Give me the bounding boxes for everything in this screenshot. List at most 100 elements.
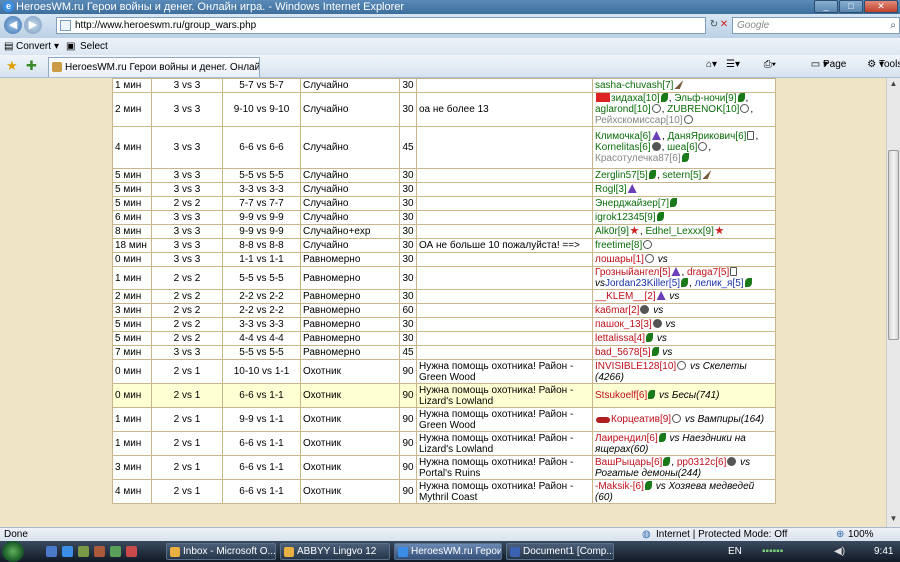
player-link[interactable]: sasha-chuvash[7] [595, 80, 673, 91]
language-indicator[interactable]: EN [728, 541, 742, 562]
feeds-icon[interactable]: ☰▾ [726, 59, 740, 70]
row-players: INVISIBLE128[10] vs Скелеты (4266) [592, 359, 776, 384]
tray-icons[interactable]: ▪▪▪▪▪▪ [762, 541, 783, 562]
home-icon[interactable]: ⌂▾ [706, 59, 717, 70]
player-link[interactable]: Корцеатив[9] [611, 414, 671, 425]
favorites-star-icon[interactable]: ★ [6, 58, 18, 74]
player-link[interactable]: Эльф-ночи[9] [674, 94, 736, 105]
row-players: Rogl[3] [592, 182, 776, 197]
q-icon [672, 414, 682, 423]
player-link[interactable]: ka6mar[2] [595, 305, 639, 316]
leaf-icon [663, 456, 671, 466]
tab-heroeswm[interactable]: HeroesWM.ru Герои войны и денег. Онлайн … [48, 57, 260, 77]
player-link[interactable]: -Maksik-[6] [595, 481, 644, 492]
table-row: 0 мин 2 vs 1 10-10 vs 1-1 Охотник 90 Нужна по… [112, 359, 776, 384]
row-players: lettalissa[4] vs [592, 331, 776, 346]
player-link[interactable]: пашок_13[3] [595, 319, 652, 330]
player-link[interactable]: шеа[6] [667, 142, 697, 153]
player-link[interactable]: freetime[8] [595, 240, 642, 251]
player-link[interactable]: Stsukoelf[6] [595, 390, 647, 401]
player-link[interactable]: setern[5] [662, 170, 701, 181]
task-lingvo[interactable]: ABBYY Lingvo 12 [280, 543, 390, 560]
ie-quicklaunch-icon[interactable] [62, 546, 73, 557]
player-link[interactable]: Edhel_Lexxx[9] [645, 226, 713, 237]
row-type: Охотник [300, 431, 400, 456]
player-link[interactable]: зидаха[10] [611, 94, 660, 105]
player-link[interactable]: bad_5678[5] [595, 347, 651, 358]
player-link[interactable]: Kornelitas[6] [595, 142, 651, 153]
row-type: Равномерно [300, 331, 400, 346]
player-link[interactable]: Rogl[3] [595, 184, 627, 195]
row-format: 3 vs 3 [151, 252, 223, 267]
stop-icon[interactable]: ✕ [716, 17, 732, 33]
zoom-level[interactable]: 100% [848, 528, 874, 541]
row-timeout: 45 [399, 126, 417, 169]
security-zone[interactable]: Internet | Protected Mode: Off [656, 528, 787, 541]
player-link[interactable]: Zerglin57[5] [595, 170, 648, 181]
player-link[interactable]: ВашРыцарь[6] [595, 457, 662, 468]
player-link[interactable]: INVISIBLE128[10] [595, 361, 676, 372]
back-button[interactable]: ◀ [4, 16, 22, 34]
player-link[interactable]: Alk0r[9] [595, 226, 629, 237]
player-link[interactable]: igrok12345[9] [595, 212, 656, 223]
row-time: 4 мин [112, 479, 152, 504]
player-link[interactable]: лелик_я[5] [695, 278, 744, 289]
volume-icon[interactable]: ◀) [834, 541, 845, 562]
vertical-scrollbar[interactable]: ▲ ▼ [886, 78, 900, 527]
player-link[interactable]: ZUBRENOK[10] [667, 104, 739, 115]
skull-icon [727, 456, 737, 466]
explorer-quicklaunch-icon[interactable] [78, 546, 89, 557]
player-link[interactable]: ДаняЯрикович[6] [668, 131, 747, 142]
player-link[interactable]: pp0312c[6] [677, 457, 727, 468]
row-levels: 6-6 vs 1-1 [222, 455, 301, 480]
forward-button[interactable]: ▶ [24, 16, 42, 34]
row-comment [416, 303, 593, 318]
show-desktop-icon[interactable] [46, 546, 57, 557]
skype-quicklaunch-icon[interactable] [110, 546, 121, 557]
player-link[interactable]: __KLEM__[2] [595, 291, 656, 302]
minimize-button[interactable]: _ [814, 0, 838, 13]
start-button[interactable] [2, 541, 24, 562]
player-link[interactable]: Грозныйангел[5] [595, 268, 670, 279]
row-format: 3 vs 3 [151, 168, 223, 183]
scroll-up-icon[interactable]: ▲ [888, 79, 899, 91]
select-button[interactable]: Select [80, 38, 108, 55]
player-link[interactable]: Энерджайзер[7] [595, 198, 669, 209]
row-levels: 9-10 vs 9-10 [222, 92, 301, 127]
table-row: 4 мин 3 vs 3 6-6 vs 6-6 Случайно 45 Климочка[… [112, 126, 776, 169]
tools-menu[interactable]: ⚙ Tools ▾ [867, 59, 900, 70]
app-quicklaunch-icon[interactable] [126, 546, 137, 557]
row-time: 4 мин [112, 126, 152, 169]
player-link[interactable]: лошары[1] [595, 254, 644, 265]
player-link[interactable]: Климочка[6] [595, 131, 651, 142]
convert-dropdown-icon[interactable]: ▾ [54, 38, 59, 55]
clock[interactable]: 9:41 [874, 541, 893, 562]
player-link[interactable]: Красотулечка87[6] [595, 153, 681, 164]
task-inbox[interactable]: Inbox - Microsoft O... [166, 543, 276, 560]
media-quicklaunch-icon[interactable] [94, 546, 105, 557]
player-link[interactable]: draga7[5] [687, 268, 729, 279]
row-levels: 1-1 vs 1-1 [222, 252, 301, 267]
player-link[interactable]: Лаирендил[6] [595, 433, 658, 444]
convert-button[interactable]: Convert [16, 38, 51, 55]
add-favorite-icon[interactable]: ✚ [26, 58, 37, 74]
task-heroeswm[interactable]: HeroesWM.ru Герои... [394, 543, 502, 560]
player-link[interactable]: aglarond[10] [595, 104, 651, 115]
task-document[interactable]: Document1 [Comp... [506, 543, 614, 560]
search-icon[interactable]: ⌕ [890, 18, 896, 33]
scroll-down-icon[interactable]: ▼ [888, 514, 899, 526]
player-link[interactable]: lettalissa[4] [595, 333, 645, 344]
player-link[interactable]: Рейхскомиссар[10] [595, 115, 683, 126]
close-window-button[interactable]: ✕ [864, 0, 898, 13]
table-row: 7 мин 3 vs 3 5-5 vs 5-5 Равномерно 45 bad_567… [112, 345, 776, 360]
page-menu[interactable]: ▭ Page ▾ [811, 59, 847, 70]
url-input[interactable]: http://www.heroeswm.ru/group_wars.php [56, 17, 706, 34]
print-icon[interactable]: ⎙▾ [764, 59, 776, 70]
player-link[interactable]: Jordan23Killer[5] [605, 278, 680, 289]
search-input[interactable]: Google ⌕ [732, 17, 900, 34]
ie-icon: e [3, 1, 14, 12]
maximize-button[interactable]: □ [839, 0, 863, 13]
table-row: 5 мин 2 vs 2 7-7 vs 7-7 Случайно 30 Энерджайз… [112, 196, 776, 211]
scroll-thumb[interactable] [888, 150, 899, 340]
skull-icon [652, 319, 662, 328]
